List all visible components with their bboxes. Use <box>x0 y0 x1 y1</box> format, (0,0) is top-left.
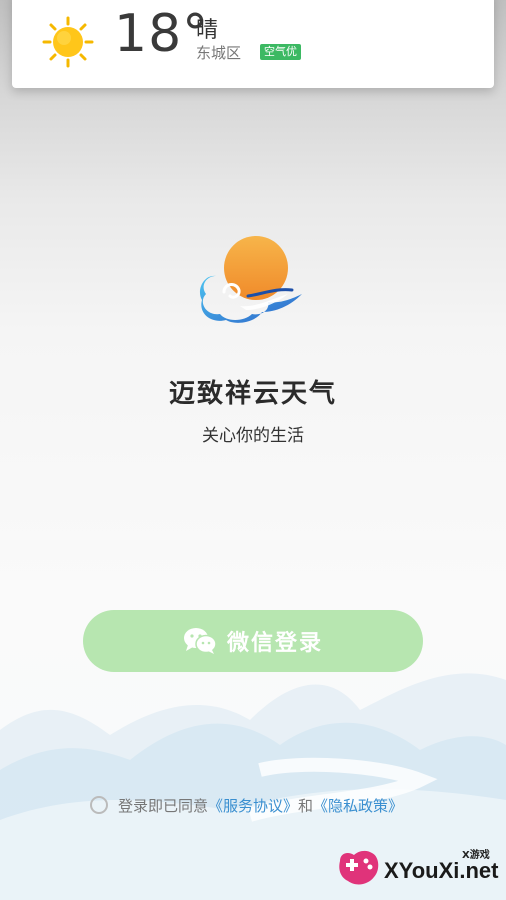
wechat-icon <box>183 628 217 654</box>
agreement-row: 登录即已同意 《服务协议》 和 《隐私政策》 <box>90 793 403 817</box>
weather-card[interactable]: 18° 晴 东城区 空气优 <box>12 0 494 88</box>
temperature-value: 18° <box>114 4 210 64</box>
watermark-text: XYouXi.net <box>384 858 499 883</box>
weather-condition: 晴 <box>196 18 219 43</box>
agreement-radio[interactable] <box>90 796 108 814</box>
gamepad-watermark-icon <box>339 850 379 885</box>
district-label: 东城区 <box>196 44 242 62</box>
agreement-prefix: 登录即已同意 <box>118 796 209 815</box>
wechat-login-button[interactable]: 微信登录 <box>83 610 423 672</box>
privacy-policy-link[interactable]: 《隐私政策》 <box>313 795 403 816</box>
sun-icon <box>42 16 94 68</box>
agreement-conjunction: 和 <box>298 796 314 815</box>
aqi-badge: 空气优 <box>260 44 301 60</box>
app-name: 迈致祥云天气 <box>168 379 337 409</box>
app-slogan: 关心你的生活 <box>202 426 304 446</box>
service-agreement-link[interactable]: 《服务协议》 <box>208 795 298 816</box>
wechat-login-label: 微信登录 <box>226 631 323 656</box>
cloud-sun-logo-icon <box>199 236 302 323</box>
